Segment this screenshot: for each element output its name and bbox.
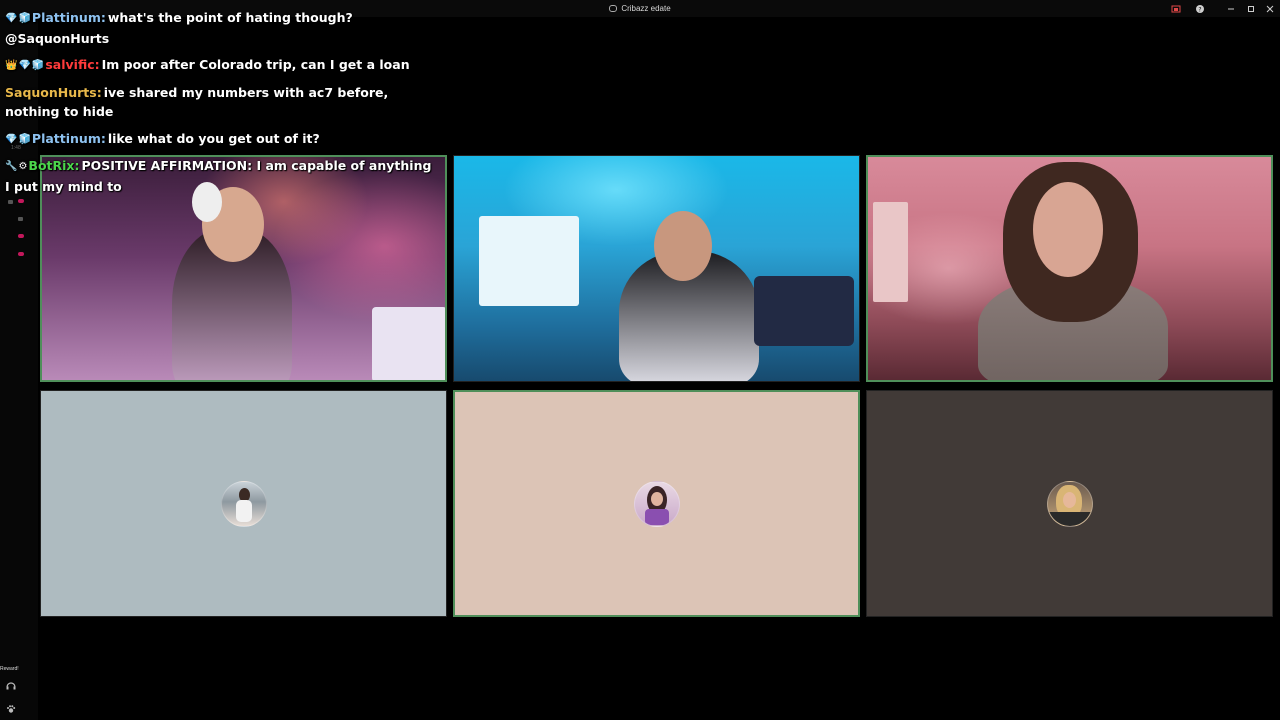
user-badge-icon: 💎	[5, 133, 18, 145]
room-dresser	[479, 216, 579, 306]
minimize-button[interactable]	[1223, 2, 1239, 16]
participant-avatar-tile[interactable]	[40, 390, 447, 617]
cast-icon[interactable]	[1168, 2, 1184, 16]
paw-icon[interactable]	[6, 704, 16, 716]
user-badge-icon: 👑	[5, 60, 18, 71]
svg-text:?: ?	[1198, 7, 1201, 14]
sidebar-item-badge[interactable]	[18, 234, 24, 238]
chat-text: Im poor after Colorado trip, can I get a…	[101, 57, 410, 72]
chat-text: like what do you get out of it?	[107, 130, 320, 146]
help-icon[interactable]: ?	[1192, 2, 1208, 16]
headset-icon[interactable]	[6, 681, 16, 693]
chat-message: 💎🧊Plattinum: like what do you get out of …	[5, 129, 435, 150]
participant-avatar	[633, 480, 680, 527]
user-badge-icon: 💎	[5, 13, 18, 24]
sidebar-item-badge[interactable]	[18, 252, 24, 256]
user-badge-icon: 🧊	[18, 13, 31, 24]
chat-username[interactable]: Plattinum:	[32, 10, 106, 25]
reward-label[interactable]: Reward!	[0, 666, 19, 672]
participant-head	[1033, 182, 1103, 277]
chat-username[interactable]: salvific:	[45, 57, 99, 72]
chat-message: 👑💎🧊salvific: Im poor after Colorado trip,…	[5, 55, 435, 76]
participant-avatar	[220, 480, 267, 527]
desk-object	[372, 307, 445, 380]
user-badge-icon: 💎	[18, 60, 31, 71]
app-logo-icon	[609, 5, 618, 13]
participant-video-tile[interactable]	[453, 155, 860, 382]
user-badge-icon: 🧊	[31, 60, 45, 71]
chat-username[interactable]: SaquonHurts:	[5, 85, 102, 100]
maximize-button[interactable]	[1243, 2, 1259, 16]
participant-avatar-tile[interactable]	[866, 390, 1273, 617]
window-blind	[873, 202, 908, 302]
chat-message: 💎🧊Plattinum: what's the point of hating t…	[5, 8, 435, 48]
participant-head	[654, 211, 712, 281]
chat-message: SaquonHurts: ive shared my numbers with a…	[5, 83, 435, 122]
user-badge-icon: ⚙	[18, 161, 28, 172]
close-button[interactable]	[1262, 2, 1278, 16]
participant-avatar-tile[interactable]	[453, 390, 860, 617]
sidebar-item-icon[interactable]	[18, 217, 23, 221]
user-badge-icon: 🔧	[5, 161, 18, 172]
participant-avatar	[1046, 480, 1093, 527]
chat-overlay: 💎🧊Plattinum: what's the point of hating t…	[5, 8, 435, 203]
chat-message: 🔧⚙BotRix: POSITIVE AFFIRMATION: I am capa…	[5, 156, 435, 196]
chat-username[interactable]: Plattinum:	[32, 131, 106, 146]
window-title-text: Cribazz edate	[621, 4, 671, 13]
participant-video-tile[interactable]	[866, 155, 1273, 382]
chat-username[interactable]: BotRix:	[28, 158, 79, 173]
user-badge-icon: 🧊	[18, 133, 31, 145]
room-object	[754, 276, 854, 346]
